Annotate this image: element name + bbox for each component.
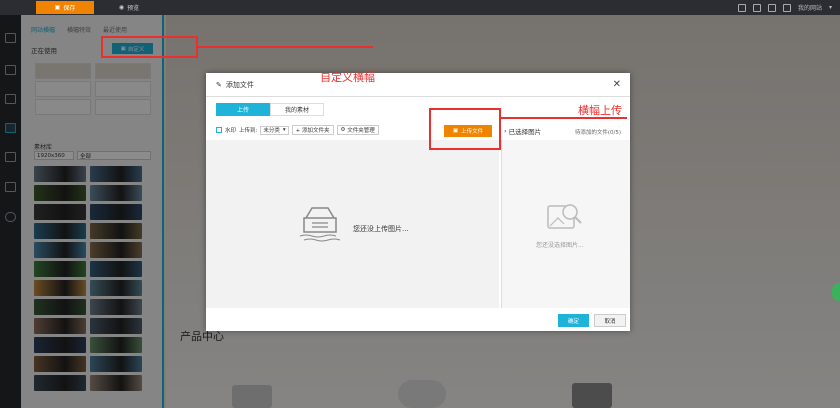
watermark-checkbox[interactable] [216, 127, 222, 133]
upload-to-label: 上传到: [239, 128, 258, 134]
selected-label: 已选择图片 [508, 128, 542, 136]
upload-drop-area[interactable]: 您还没上传图片... [206, 140, 499, 308]
chat-icon[interactable] [752, 3, 761, 12]
save-label: 保存 [63, 5, 76, 12]
top-right-tools: 我的网站 ▾ [737, 3, 832, 12]
add-folder-button[interactable]: + 添加文件夹 [291, 125, 334, 135]
pending-count: 待添加的文件(0/5) [574, 130, 621, 136]
watermark-label: 水印 [225, 128, 237, 134]
save-button[interactable]: ▣ 保存 [36, 1, 94, 14]
cancel-button[interactable]: 取消 [594, 314, 626, 327]
selected-images-header: › 已选择图片 [504, 126, 541, 136]
edit-icon: ✎ [216, 80, 222, 89]
dialog-tabs: 上传 我的素材 [216, 103, 324, 116]
top-toolbar: ▣ 保存 ◉ 预览 我的网站 ▾ [0, 0, 840, 15]
banner-upload-annotation: 横幅上传 [578, 104, 622, 117]
account-menu[interactable]: 我的网站 [798, 3, 822, 12]
empty-selected-message: 您还没选择图片... [536, 242, 584, 249]
eye-icon: ◉ [118, 4, 125, 11]
custom-banner-highlight [101, 36, 198, 58]
empty-tray-icon [299, 207, 341, 242]
custom-banner-annotation: 自定义横幅 [320, 71, 375, 84]
selected-images-area: 您还没选择图片... [501, 140, 630, 308]
message-icon[interactable] [767, 3, 776, 12]
upload-toolbar: 水印 上传到: 未分类 ▾ + 添加文件夹 ⚙ 文件夹管理 [216, 125, 379, 135]
chevron-down-icon: ▾ [282, 127, 286, 133]
category-select[interactable]: 未分类 ▾ [260, 125, 289, 135]
category-value: 未分类 [263, 128, 280, 134]
folder-manage-label: 文件夹管理 [347, 128, 375, 134]
empty-upload-message: 您还没上传图片... [353, 225, 409, 233]
mobile-icon[interactable] [737, 3, 746, 12]
annotation-line [198, 46, 373, 48]
chevron-down-icon[interactable]: ▾ [829, 4, 832, 11]
dialog-header: ✎ 添加文件 [206, 73, 630, 97]
help-icon[interactable] [782, 3, 791, 12]
gear-icon: ⚙ [340, 127, 348, 133]
upload-highlight [429, 108, 501, 150]
ok-button[interactable]: 确定 [558, 314, 589, 327]
preview-label: 预览 [127, 5, 140, 12]
tab-my-materials[interactable]: 我的素材 [270, 103, 324, 116]
add-file-dialog: ✎ 添加文件 ✕ 上传 我的素材 水印 上传到: 未分类 ▾ + 添加文件夹 ⚙ … [206, 73, 630, 331]
dialog-title: 添加文件 [225, 80, 254, 89]
image-search-icon [547, 204, 582, 229]
save-icon: ▣ [54, 4, 61, 11]
tab-upload[interactable]: 上传 [216, 103, 270, 116]
folder-manage-button[interactable]: ⚙ 文件夹管理 [336, 125, 379, 135]
preview-button[interactable]: ◉ 预览 [100, 1, 158, 14]
chat-widget-button[interactable] [832, 283, 840, 301]
chevron-right-icon: › [504, 127, 507, 135]
close-icon[interactable]: ✕ [613, 79, 621, 90]
